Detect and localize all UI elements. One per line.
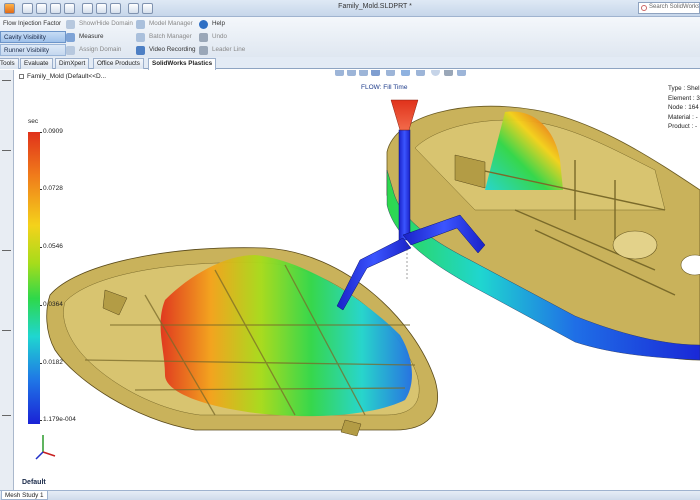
display-style-icon[interactable] [401,70,410,76]
result-info-panel: Type : Shel Element : 3 Node : 164 Mater… [668,84,700,132]
info-material: Material : - [668,113,698,121]
expand-icon[interactable] [19,73,24,79]
legend-color-bar [28,132,40,424]
tab-dimxpert[interactable]: DimXpert [55,58,90,69]
model-manager-icon [136,20,145,29]
domain-icon [66,20,75,29]
leader-line-label: Leader Line [212,46,246,53]
legend-unit: sec [28,118,39,125]
view-orientation-icon[interactable] [386,70,395,76]
batch-manager-label: Batch Manager [149,33,192,40]
tab-mesh-study[interactable]: Mesh Study 1 [1,491,48,500]
model-manager-label: Model Manager [149,20,193,27]
solidworks-logo-icon[interactable] [4,3,15,14]
flow-injection-factor-label: Flow Injection Factor [3,20,62,27]
runner-visibility-label: Runner Visibility [4,47,50,54]
help-icon [199,20,208,29]
panel-divider [2,250,11,251]
legend-tick-label: 0.0728 [40,185,63,192]
print-icon[interactable] [64,3,75,14]
info-element: Element : 3 [668,94,700,102]
search-placeholder: Search SolidWorks [649,4,700,10]
feature-tree-root[interactable]: Family_Mold (Default<<D... [19,73,106,80]
cavity-visibility-item[interactable]: Cavity Visibility [0,31,66,43]
legend-tick-label: 1.179e-004 [40,416,76,423]
rebuild-icon[interactable] [110,3,121,14]
leader-line-icon [199,46,208,55]
open-icon[interactable] [36,3,47,14]
configuration-label: Default [22,479,46,486]
axis-triad-icon [35,435,56,460]
leader-line-button[interactable]: Leader Line [199,44,245,56]
tab-evaluate[interactable]: Evaluate [20,58,53,69]
assign-domain-icon [66,46,75,55]
result-title: FLOW: Fill Time [361,84,408,91]
feature-manager-panel[interactable] [0,70,14,500]
view-settings-icon[interactable] [457,70,466,76]
solidworks-plastics-window: Family_Mold.SLDPRT * Search SolidWorks F… [0,0,700,500]
save-icon[interactable] [50,3,61,14]
left-cavity-part [46,247,438,437]
model-manager-button[interactable]: Model Manager [136,18,193,30]
legend-tick-label: 0.0364 [40,301,63,308]
cavity-visibility-label: Cavity Visibility [4,34,46,41]
command-manager-tabs: Tools Evaluate DimXpert Office Products … [0,57,700,70]
legend-tick-label: 0.0546 [40,243,63,250]
previous-view-icon[interactable] [359,70,368,76]
hide-show-icon[interactable] [416,70,425,76]
legend-tick-label: 0.0182 [40,359,63,366]
flow-injection-factor-button[interactable]: Flow Injection Factor [0,18,61,30]
graphics-viewport[interactable]: Family_Mold (Default<<D... FLOW: Fill Ti… [15,70,700,490]
command-manager-ribbon: Flow Injection Factor Cavity Visibility … [0,17,700,57]
document-title: Family_Mold.SLDPRT * [338,3,412,10]
file-properties-icon[interactable] [128,3,139,14]
status-bar: Mesh Study 1 [0,490,700,500]
runner-visibility-item[interactable]: Runner Visibility [0,44,66,56]
info-node: Node : 164 [668,104,699,111]
help-label: Help [212,20,225,27]
section-view-icon[interactable] [371,70,380,76]
help-button[interactable]: Help [199,18,225,30]
info-type: Type : Shel [668,85,700,92]
search-input[interactable]: Search SolidWorks [638,2,700,14]
measure-button[interactable]: Measure [66,31,104,43]
info-product: Product : - [668,123,698,130]
tab-office-products[interactable]: Office Products [93,58,144,69]
measure-label: Measure [79,33,104,40]
panel-divider [2,330,11,331]
tab-tools[interactable]: Tools [0,58,19,69]
assign-domain-label: Assign Domain [79,46,122,53]
measure-icon [66,33,75,42]
panel-divider [2,80,11,81]
show-hide-domain-label: Show/Hide Domain [79,20,133,27]
show-hide-domain-button[interactable]: Show/Hide Domain [66,18,133,30]
feature-tree-root-label: Family_Mold (Default<<D... [27,73,107,80]
title-bar: Family_Mold.SLDPRT * Search SolidWorks [0,0,700,17]
video-recording-label: Video Recording [149,46,196,53]
undo-icon [199,33,208,42]
batch-manager-button[interactable]: Batch Manager [136,31,192,43]
zoom-fit-icon[interactable] [335,70,344,76]
search-icon [641,5,647,11]
new-document-icon[interactable] [22,3,33,14]
undo-label: Undo [212,33,228,40]
video-recording-icon [136,46,145,55]
panel-divider [2,415,11,416]
zoom-area-icon[interactable] [347,70,356,76]
batch-manager-icon [136,33,145,42]
legend-tick-label: 0.0909 [40,128,63,135]
options-icon[interactable] [142,3,153,14]
video-recording-button[interactable]: Video Recording [136,44,195,56]
model-graphics [46,99,700,437]
undo-icon[interactable] [82,3,93,14]
select-icon[interactable] [96,3,107,14]
undo-button[interactable]: Undo [199,31,227,43]
assign-domain-button[interactable]: Assign Domain [66,44,121,56]
apply-scene-icon[interactable] [444,70,453,76]
panel-divider [2,150,11,151]
tab-solidworks-plastics[interactable]: SolidWorks Plastics [148,58,217,70]
